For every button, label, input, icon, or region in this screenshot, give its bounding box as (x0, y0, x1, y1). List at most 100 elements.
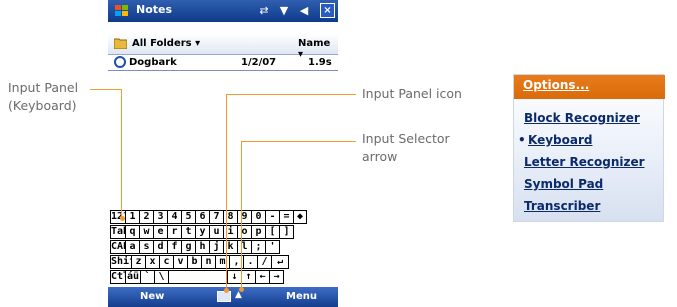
keyboard-key[interactable]: [ (265, 225, 280, 239)
keyboard-key[interactable]: w (139, 225, 154, 239)
options-menu-item[interactable]: Options... (523, 78, 589, 92)
keyboard-key[interactable]: \ (154, 270, 169, 284)
keyboard-key[interactable]: ; (251, 240, 266, 254)
input-panel-icon[interactable] (217, 291, 231, 302)
menu-item-block-recognizer[interactable]: Block Recognizer (524, 111, 640, 125)
space-key[interactable] (168, 270, 228, 284)
connectivity-icon[interactable]: ⇄ (256, 2, 272, 20)
keyboard-key[interactable]: . (243, 255, 258, 269)
menu-item-symbol-pad[interactable]: Symbol Pad (524, 177, 603, 191)
keyboard-key[interactable]: q (125, 225, 140, 239)
input-options-menu: Options... Block Recognizer • Keyboard L… (513, 74, 665, 222)
keyboard-key[interactable]: f (167, 240, 182, 254)
keyboard-key[interactable]: / (257, 255, 272, 269)
menu-bar: New ▲ Menu (108, 287, 338, 307)
keyboard-key[interactable]: 9 (237, 210, 252, 224)
soft-keyboard: 1231234567890-=◆Tabqwertyuiop[]CAPasdfgh… (110, 210, 336, 286)
new-softkey[interactable]: New (140, 291, 164, 302)
keyboard-key[interactable]: l (237, 240, 252, 254)
keyboard-key[interactable]: 0 (251, 210, 266, 224)
signal-icon[interactable]: ▼ (276, 2, 292, 20)
app-title: Notes (136, 3, 173, 16)
close-button[interactable]: × (320, 3, 335, 18)
leader-line (121, 89, 122, 219)
keyboard-key[interactable]: ← (255, 270, 270, 284)
title-bar: Notes ⇄ ▼ ◀ × (108, 0, 338, 22)
keyboard-key[interactable]: - (265, 210, 280, 224)
keyboard-key[interactable]: ↑ (241, 270, 256, 284)
keyboard-key[interactable]: g (181, 240, 196, 254)
keyboard-key[interactable]: a (125, 240, 140, 254)
keyboard-key[interactable]: s (139, 240, 154, 254)
note-name: Dogbark (129, 57, 177, 68)
folder-dropdown[interactable]: All Folders ▾ (132, 38, 200, 49)
keyboard-key[interactable]: b (187, 255, 202, 269)
note-size: 1.9s (308, 57, 332, 68)
menu-softkey[interactable]: Menu (286, 291, 317, 302)
voice-note-icon (114, 56, 126, 68)
keyboard-key[interactable]: Ctl (110, 270, 126, 284)
callout-input-panel-line1: Input Panel (8, 80, 79, 95)
menu-item-letter-recognizer[interactable]: Letter Recognizer (524, 155, 645, 169)
menu-item-transcriber[interactable]: Transcriber (524, 199, 600, 213)
leader-dot (239, 287, 244, 292)
callout-input-panel-icon: Input Panel icon (362, 86, 462, 101)
keyboard-key[interactable]: = (279, 210, 294, 224)
keyboard-row: Ctláü`\ ↓↑←→ (110, 270, 284, 285)
keyboard-key[interactable]: CAP (110, 240, 126, 254)
keyboard-key[interactable]: → (269, 270, 284, 284)
windows-start-icon[interactable] (114, 3, 130, 19)
keyboard-key[interactable]: v (173, 255, 188, 269)
keyboard-key[interactable]: 6 (195, 210, 210, 224)
keyboard-key[interactable]: h (195, 240, 210, 254)
keyboard-key[interactable]: Shift (110, 255, 132, 269)
keyboard-key[interactable]: p (251, 225, 266, 239)
keyboard-key[interactable]: ↓ (227, 270, 242, 284)
keyboard-key[interactable]: d (153, 240, 168, 254)
callout-selector: Input Selector arrow (362, 130, 450, 166)
callout-input-panel-line2: (Keyboard) (8, 98, 77, 113)
keyboard-key[interactable]: 7 (209, 210, 224, 224)
keyboard-key[interactable]: c (159, 255, 174, 269)
keyboard-key[interactable]: y (195, 225, 210, 239)
options-header[interactable]: Options... (514, 75, 665, 99)
keyboard-key[interactable]: 5 (181, 210, 196, 224)
keyboard-row: Shiftzxcvbnm,./↵ (110, 255, 289, 270)
selected-bullet-icon: • (518, 133, 526, 147)
keyboard-row: Tabqwertyuiop[] (110, 225, 294, 240)
leader-dot (224, 288, 229, 293)
volume-icon[interactable]: ◀ (296, 2, 312, 20)
keyboard-key[interactable]: j (209, 240, 224, 254)
keyboard-key[interactable]: ↵ (271, 255, 289, 269)
device-screen: Notes ⇄ ▼ ◀ × All Folders ▾ Name ▾ Dogba… (108, 0, 338, 307)
keyboard-key[interactable]: n (201, 255, 216, 269)
keyboard-key[interactable]: x (145, 255, 160, 269)
keyboard-key[interactable]: ] (279, 225, 294, 239)
keyboard-key[interactable]: e (153, 225, 168, 239)
keyboard-key[interactable]: ` (140, 270, 155, 284)
callout-selector-line1: Input Selector (362, 131, 450, 146)
keyboard-key[interactable]: ' (265, 240, 280, 254)
keyboard-key[interactable]: 3 (153, 210, 168, 224)
leader-line (241, 141, 242, 289)
keyboard-key[interactable]: m (215, 255, 230, 269)
keyboard-key[interactable]: 2 (139, 210, 154, 224)
keyboard-key[interactable]: t (181, 225, 196, 239)
keyboard-key[interactable]: Tab (110, 225, 126, 239)
keyboard-key[interactable]: 1 (125, 210, 140, 224)
keyboard-row: CAPasdfghjkl;' (110, 240, 280, 255)
leader-dot (120, 216, 125, 221)
leader-line (90, 89, 122, 90)
menu-item-keyboard[interactable]: Keyboard (528, 133, 593, 147)
keyboard-key[interactable]: z (131, 255, 146, 269)
keyboard-key[interactable]: 4 (167, 210, 182, 224)
leader-line (241, 141, 356, 142)
leader-line (226, 94, 227, 290)
keyboard-key[interactable]: u (209, 225, 224, 239)
keyboard-key[interactable]: áü (125, 270, 141, 284)
keyboard-key[interactable]: ◆ (293, 210, 307, 224)
keyboard-key[interactable]: r (167, 225, 182, 239)
keyboard-key[interactable]: o (237, 225, 252, 239)
folder-icon (114, 38, 127, 49)
note-list-item[interactable]: Dogbark 1/2/07 1.9s (108, 55, 338, 71)
